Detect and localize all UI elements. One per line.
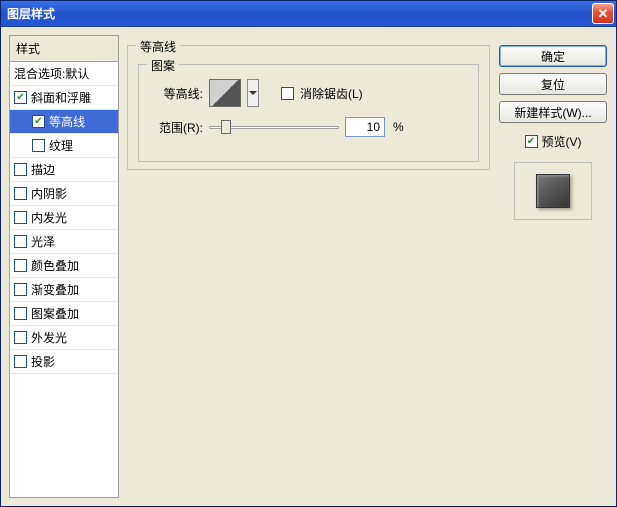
close-button[interactable]: ✕ [592, 3, 614, 24]
style-label: 颜色叠加 [31, 257, 79, 274]
style-checkbox[interactable] [14, 355, 27, 368]
style-label: 等高线 [49, 113, 85, 130]
close-icon: ✕ [598, 6, 609, 22]
style-checkbox[interactable] [14, 187, 27, 200]
style-row[interactable]: 描边 [10, 158, 118, 182]
style-row[interactable]: 外发光 [10, 326, 118, 350]
style-checkbox[interactable] [32, 139, 45, 152]
slider-thumb[interactable] [221, 120, 231, 134]
style-checkbox[interactable] [14, 307, 27, 320]
contour-group-title: 等高线 [136, 38, 180, 55]
reset-button[interactable]: 复位 [499, 73, 607, 95]
style-checkbox[interactable] [14, 331, 27, 344]
preview-swatch [536, 174, 570, 208]
style-label: 投影 [31, 353, 55, 370]
preview-checkbox[interactable] [525, 135, 538, 148]
range-row: 范围(R): % [149, 117, 468, 137]
style-row[interactable]: 颜色叠加 [10, 254, 118, 278]
style-row[interactable]: 光泽 [10, 230, 118, 254]
contour-group: 等高线 图案 等高线: 消除锯齿(L) 范围(R): [127, 45, 490, 170]
elements-fieldset: 图案 等高线: 消除锯齿(L) 范围(R): [138, 64, 479, 162]
titlebar: 图层样式 ✕ [1, 1, 616, 27]
content-area: 样式 混合选项:默认 斜面和浮雕等高线纹理描边内阴影内发光光泽颜色叠加渐变叠加图… [1, 27, 616, 506]
style-label: 图案叠加 [31, 305, 79, 322]
style-label: 纹理 [49, 137, 73, 154]
contour-label: 等高线: [149, 85, 203, 102]
style-label: 光泽 [31, 233, 55, 250]
ok-button[interactable]: 确定 [499, 45, 607, 67]
style-label: 描边 [31, 161, 55, 178]
layer-style-dialog: 图层样式 ✕ 样式 混合选项:默认 斜面和浮雕等高线纹理描边内阴影内发光光泽颜色… [0, 0, 617, 507]
style-label: 内发光 [31, 209, 67, 226]
styles-header[interactable]: 样式 [10, 36, 118, 62]
style-checkbox[interactable] [14, 259, 27, 272]
new-style-button[interactable]: 新建样式(W)... [499, 101, 607, 123]
style-row[interactable]: 纹理 [10, 134, 118, 158]
style-checkbox[interactable] [14, 211, 27, 224]
antialias-checkbox[interactable] [281, 87, 294, 100]
style-row[interactable]: 图案叠加 [10, 302, 118, 326]
range-label: 范围(R): [149, 119, 203, 136]
style-row[interactable]: 内发光 [10, 206, 118, 230]
style-checkbox[interactable] [32, 115, 45, 128]
range-input[interactable] [345, 117, 385, 137]
style-label: 斜面和浮雕 [31, 89, 91, 106]
style-row[interactable]: 渐变叠加 [10, 278, 118, 302]
range-unit: % [393, 120, 404, 134]
style-label: 渐变叠加 [31, 281, 79, 298]
style-row[interactable]: 等高线 [10, 110, 118, 134]
elements-fieldset-title: 图案 [147, 57, 179, 74]
contour-picker[interactable] [209, 79, 241, 107]
action-panel: 确定 复位 新建样式(W)... 预览(V) [498, 35, 608, 498]
style-row[interactable]: 斜面和浮雕 [10, 86, 118, 110]
style-row[interactable]: 投影 [10, 350, 118, 374]
style-checkbox[interactable] [14, 163, 27, 176]
style-label: 外发光 [31, 329, 67, 346]
preview-box [514, 162, 592, 220]
style-row[interactable]: 内阴影 [10, 182, 118, 206]
blend-options-label: 混合选项:默认 [14, 65, 89, 82]
style-checkbox[interactable] [14, 283, 27, 296]
blend-options-row[interactable]: 混合选项:默认 [10, 62, 118, 86]
preview-label: 预览(V) [542, 133, 582, 150]
style-checkbox[interactable] [14, 91, 27, 104]
settings-panel: 等高线 图案 等高线: 消除锯齿(L) 范围(R): [127, 35, 490, 498]
contour-row: 等高线: 消除锯齿(L) [149, 79, 468, 107]
window-title: 图层样式 [7, 5, 592, 22]
style-label: 内阴影 [31, 185, 67, 202]
range-slider[interactable] [209, 118, 339, 136]
contour-dropdown[interactable] [247, 79, 259, 107]
styles-panel: 样式 混合选项:默认 斜面和浮雕等高线纹理描边内阴影内发光光泽颜色叠加渐变叠加图… [9, 35, 119, 498]
preview-check-row: 预览(V) [525, 133, 582, 150]
style-checkbox[interactable] [14, 235, 27, 248]
antialias-label: 消除锯齿(L) [300, 85, 363, 102]
